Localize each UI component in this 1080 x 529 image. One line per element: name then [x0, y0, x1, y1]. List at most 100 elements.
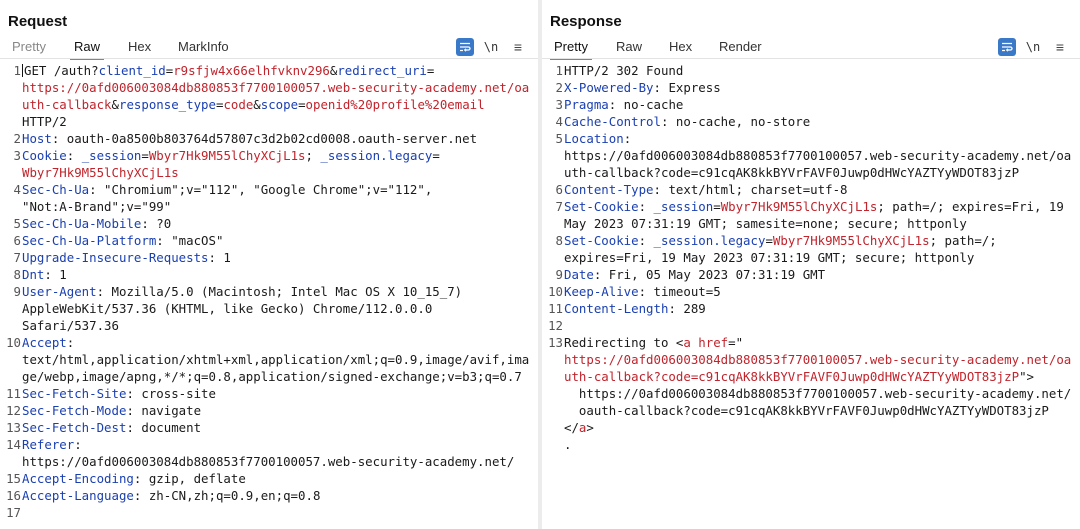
- line-text: Date: Fri, 05 May 2023 07:31:19 GMT: [564, 267, 826, 282]
- text-cursor: [22, 64, 23, 77]
- line-number: [542, 402, 564, 419]
- line-number: 2: [555, 80, 563, 95]
- response-line: 12: [542, 317, 1080, 334]
- line-text: GET /auth?client_id=r9sfjw4x66elhfvknv29…: [22, 63, 435, 78]
- line-number: [0, 198, 22, 215]
- line-number: 13: [6, 420, 21, 435]
- line-number: 11: [548, 301, 563, 316]
- line-number: 6: [555, 182, 563, 197]
- response-line: oauth-callback?code=c91cqAK8kkBYVrFAVF0J…: [542, 402, 1080, 419]
- response-line: 7 Set-Cookie: _session=Wbyr7Hk9M55lChyXCj…: [542, 198, 1080, 215]
- line-text: User-Agent: Mozilla/5.0 (Macintosh; Inte…: [22, 284, 463, 299]
- response-line: expires=Fri, 19 May 2023 07:31:19 GMT; s…: [542, 249, 1080, 266]
- request-line: 7 Upgrade-Insecure-Requests: 1: [0, 249, 538, 266]
- request-line: AppleWebKit/537.36 (KHTML, like Gecko) C…: [0, 300, 538, 317]
- line-number: 3: [13, 148, 21, 163]
- response-line: May 2023 07:31:19 GMT; samesite=none; se…: [542, 215, 1080, 232]
- line-text: https://0afd006003084db880853f7700100057…: [22, 454, 515, 469]
- response-pane: Response Pretty Raw Hex Render \n ≡ 1 HTT…: [542, 0, 1080, 529]
- request-tab-hex[interactable]: Hex: [128, 38, 151, 58]
- line-text: Sec-Fetch-Dest: document: [22, 420, 202, 435]
- request-tab-pretty[interactable]: Pretty: [12, 38, 46, 58]
- request-newline-toggle[interactable]: \n: [482, 38, 500, 56]
- request-editor[interactable]: 1 GET /auth?client_id=r9sfjw4x66elhfvknv2…: [0, 62, 538, 521]
- request-tab-raw[interactable]: Raw: [69, 38, 105, 60]
- response-tab-raw[interactable]: Raw: [616, 38, 642, 58]
- line-text: May 2023 07:31:19 GMT; samesite=none; se…: [564, 216, 967, 231]
- response-line: 8 Set-Cookie: _session.legacy=Wbyr7Hk9M55…: [542, 232, 1080, 249]
- response-wrap-button[interactable]: [998, 38, 1016, 56]
- line-text: Host: oauth-0a8500b803764d57807c3d2b02cd…: [22, 131, 478, 146]
- response-line: 9 Date: Fri, 05 May 2023 07:31:19 GMT: [542, 266, 1080, 283]
- line-number: 1: [555, 63, 563, 78]
- response-line: .: [542, 436, 1080, 453]
- response-line: uth-callback?code=c91cqAK8kkBYVrFAVF0Juw…: [542, 164, 1080, 181]
- response-line: https://0afd006003084db880853f7700100057…: [542, 385, 1080, 402]
- line-text: ge/webp,image/apng,*/*;q=0.8,application…: [22, 369, 522, 384]
- line-text: Cookie: _session=Wbyr7Hk9M55lChyXCjL1s; …: [22, 148, 440, 163]
- request-line: 17: [0, 504, 538, 521]
- line-number: [0, 96, 22, 113]
- line-number: [542, 436, 564, 453]
- request-menu-icon[interactable]: ≡: [511, 38, 525, 56]
- wrap-lines-icon: [460, 42, 471, 52]
- line-text: Sec-Fetch-Mode: navigate: [22, 403, 202, 418]
- line-text: Sec-Ch-Ua-Platform: "macOS": [22, 233, 224, 248]
- request-line: 16 Accept-Language: zh-CN,zh;q=0.9,en;q=0…: [0, 487, 538, 504]
- request-wrap-button[interactable]: [456, 38, 474, 56]
- response-line: 1 HTTP/2 302 Found: [542, 62, 1080, 79]
- line-number: 15: [6, 471, 21, 486]
- request-line: 3 Cookie: _session=Wbyr7Hk9M55lChyXCjL1s;…: [0, 147, 538, 164]
- line-text: </a>: [564, 420, 594, 435]
- request-line: 4 Sec-Ch-Ua: "Chromium";v="112", "Google …: [0, 181, 538, 198]
- request-line: 5 Sec-Ch-Ua-Mobile: ?0: [0, 215, 538, 232]
- line-number: [0, 79, 22, 96]
- line-number: 7: [13, 250, 21, 265]
- line-number: [0, 113, 22, 130]
- response-menu-icon[interactable]: ≡: [1053, 38, 1067, 56]
- line-text: uth-callback?code=c91cqAK8kkBYVrFAVF0Juw…: [564, 369, 1034, 384]
- line-number: [0, 317, 22, 334]
- request-line: text/html,application/xhtml+xml,applicat…: [0, 351, 538, 368]
- line-text: Redirecting to <a href=": [564, 335, 744, 350]
- line-number: 4: [13, 182, 21, 197]
- line-text: Sec-Ch-Ua: "Chromium";v="112", "Google C…: [22, 182, 433, 197]
- line-text: https://0afd006003084db880853f7700100057…: [564, 386, 1072, 401]
- response-title: Response: [550, 13, 622, 30]
- response-tab-hex[interactable]: Hex: [669, 38, 692, 58]
- request-line: https://0afd006003084db880853f7700100057…: [0, 79, 538, 96]
- line-text: Keep-Alive: timeout=5: [564, 284, 721, 299]
- line-text: Location:: [564, 131, 632, 146]
- request-tab-markinfo[interactable]: MarkInfo: [178, 38, 229, 58]
- line-text: Upgrade-Insecure-Requests: 1: [22, 250, 231, 265]
- response-editor[interactable]: 1 HTTP/2 302 Found 2 X-Powered-By: Express 3…: [542, 62, 1080, 453]
- request-line: HTTP/2: [0, 113, 538, 130]
- line-text: https://0afd006003084db880853f7700100057…: [564, 148, 1072, 163]
- line-number: 5: [13, 216, 21, 231]
- line-number: [542, 249, 564, 266]
- request-line: ge/webp,image/apng,*/*;q=0.8,application…: [0, 368, 538, 385]
- request-line: Safari/537.36: [0, 317, 538, 334]
- line-number: 8: [555, 233, 563, 248]
- line-number: 14: [6, 437, 21, 452]
- response-line: 2 X-Powered-By: Express: [542, 79, 1080, 96]
- response-line: 11 Content-Length: 289: [542, 300, 1080, 317]
- request-line: "Not:A-Brand";v="99": [0, 198, 538, 215]
- line-number: 6: [13, 233, 21, 248]
- response-line: 3 Pragma: no-cache: [542, 96, 1080, 113]
- response-tab-pretty[interactable]: Pretty: [550, 38, 592, 60]
- wrap-lines-icon: [1002, 42, 1013, 52]
- line-number: 7: [555, 199, 563, 214]
- line-text: Content-Length: 289: [564, 301, 706, 316]
- line-number: [542, 351, 564, 368]
- line-text: AppleWebKit/537.36 (KHTML, like Gecko) C…: [22, 301, 433, 316]
- response-newline-toggle[interactable]: \n: [1024, 38, 1042, 56]
- line-number: [542, 164, 564, 181]
- line-text: Referer:: [22, 437, 82, 452]
- line-number: 3: [555, 97, 563, 112]
- line-number: 9: [13, 284, 21, 299]
- request-line: 9 User-Agent: Mozilla/5.0 (Macintosh; Int…: [0, 283, 538, 300]
- request-line: 8 Dnt: 1: [0, 266, 538, 283]
- line-number: 16: [6, 488, 21, 503]
- response-tab-render[interactable]: Render: [719, 38, 762, 58]
